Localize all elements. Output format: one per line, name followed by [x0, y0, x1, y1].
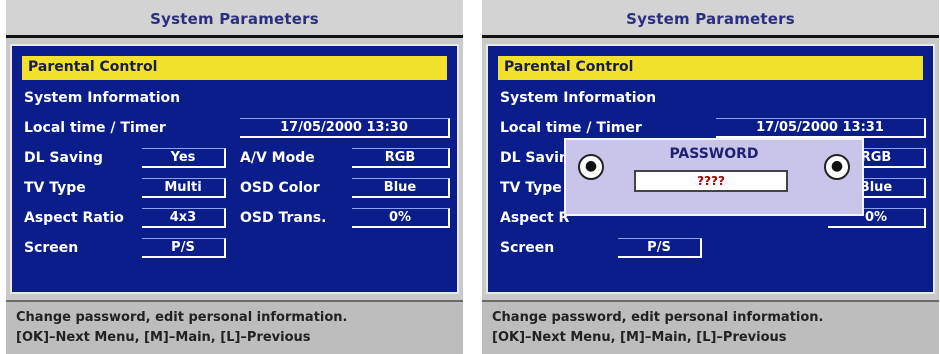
left-screen: System Parameters Parental Control Syste… [6, 0, 463, 354]
menu-item-label: Parental Control [504, 59, 634, 75]
status-bar: Change password, edit personal informati… [6, 300, 463, 354]
status-keys-line: [OK]–Next Menu, [M]–Main, [L]–Previous [492, 330, 787, 345]
keyhole-icon: ● [824, 154, 850, 180]
menu-item-label: Parental Control [28, 59, 158, 75]
dl-saving-field[interactable]: Yes [142, 148, 226, 168]
tv-type-label: TV Type [500, 180, 562, 196]
status-help-line: Change password, edit personal informati… [492, 310, 824, 325]
password-input[interactable]: ???? [634, 170, 788, 192]
menu-panel: Parental Control System Information Loca… [10, 44, 459, 294]
tv-type-label: TV Type [24, 180, 86, 196]
local-time-label: Local time / Timer [24, 120, 166, 136]
menu-item-system-information[interactable]: System Information [500, 90, 656, 106]
screen-field[interactable]: P/S [618, 238, 702, 258]
page-title: System Parameters [626, 10, 795, 28]
status-keys-line: [OK]–Next Menu, [M]–Main, [L]–Previous [16, 330, 311, 345]
right-screen: System Parameters Parental Control Syste… [482, 0, 939, 354]
screen-field[interactable]: P/S [142, 238, 226, 258]
osd-color-label: OSD Color [240, 180, 320, 196]
dl-saving-label: DL Saving [24, 150, 103, 166]
local-time-field[interactable]: 17/05/2000 13:31 [716, 118, 926, 138]
page-title: System Parameters [150, 10, 319, 28]
osd-trans-field[interactable]: 0% [352, 208, 450, 228]
osd-trans-label: OSD Trans. [240, 210, 327, 226]
password-dialog: ● PASSWORD ???? ● [564, 138, 864, 216]
screen-label: Screen [500, 240, 555, 256]
local-time-field[interactable]: 17/05/2000 13:30 [240, 118, 450, 138]
av-mode-label: A/V Mode [240, 150, 315, 166]
aspect-ratio-label: Aspect Ratio [24, 210, 124, 226]
menu-item-parental-control[interactable]: Parental Control [498, 56, 923, 80]
local-time-label: Local time / Timer [500, 120, 642, 136]
status-help-line: Change password, edit personal informati… [16, 310, 348, 325]
title-bar: System Parameters [482, 0, 939, 38]
tv-type-field[interactable]: Multi [142, 178, 226, 198]
menu-item-parental-control[interactable]: Parental Control [22, 56, 447, 80]
menu-panel: Parental Control System Information Loca… [486, 44, 935, 294]
title-bar: System Parameters [6, 0, 463, 38]
menu-item-system-information[interactable]: System Information [24, 90, 180, 106]
osd-color-field[interactable]: Blue [352, 178, 450, 198]
av-mode-field[interactable]: RGB [352, 148, 450, 168]
dialog-title: PASSWORD [669, 146, 759, 162]
aspect-ratio-field[interactable]: 4x3 [142, 208, 226, 228]
aspect-ratio-label: Aspect R [500, 210, 570, 226]
dl-saving-label: DL Savin [500, 150, 569, 166]
screen-label: Screen [24, 240, 79, 256]
status-bar: Change password, edit personal informati… [482, 300, 939, 354]
